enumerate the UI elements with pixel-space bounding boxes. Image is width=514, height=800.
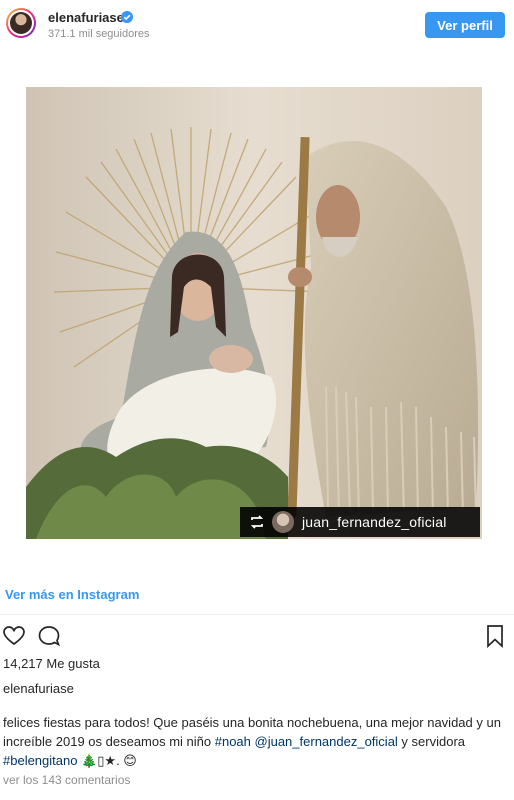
divider <box>0 614 514 615</box>
heart-icon[interactable] <box>2 624 26 648</box>
repost-icon <box>250 515 264 529</box>
comment-icon[interactable] <box>37 624 61 648</box>
post-photo[interactable] <box>26 87 482 539</box>
repost-avatar <box>272 511 294 533</box>
likes-count[interactable]: 14,217 Me gusta <box>3 656 100 671</box>
hashtag-noah[interactable]: #noah <box>215 734 251 749</box>
view-comments-link[interactable]: ver los 143 comentarios <box>3 773 130 787</box>
repost-badge[interactable]: juan_fernandez_oficial <box>240 507 480 537</box>
hashtag-belengitano[interactable]: #belengitano <box>3 753 77 768</box>
caption-emojis: 🎄▯★. 😊 <box>77 753 137 768</box>
caption-username[interactable]: elenafuriase <box>3 681 74 696</box>
verified-badge-icon <box>121 11 133 23</box>
caption-text: felices fiestas para todos! Que paséis u… <box>3 715 501 768</box>
bookmark-icon[interactable] <box>485 624 505 648</box>
post-header: elenafuriase 371.1 mil seguidores Ver pe… <box>0 0 514 52</box>
avatar[interactable] <box>6 8 36 38</box>
followers-count: 371.1 mil seguidores <box>48 28 150 40</box>
view-more-link[interactable]: Ver más en Instagram <box>5 587 139 602</box>
repost-username: juan_fernandez_oficial <box>302 514 447 530</box>
username[interactable]: elenafuriase <box>48 10 124 25</box>
view-profile-button[interactable]: Ver perfil <box>425 12 505 38</box>
mention-juan[interactable]: @juan_fernandez_oficial <box>255 734 398 749</box>
